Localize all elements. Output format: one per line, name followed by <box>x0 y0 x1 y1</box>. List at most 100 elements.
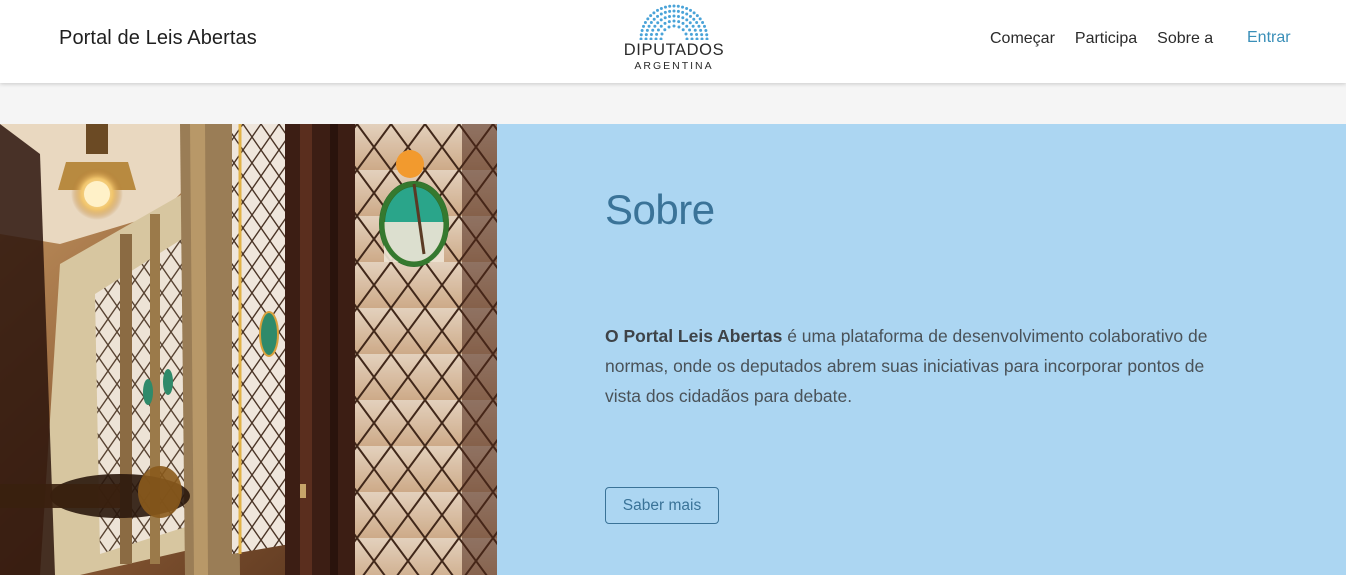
hemicycle-seat-dot <box>663 21 667 25</box>
hemicycle-seat-dot <box>651 28 655 32</box>
main-nav: Começar Participa Sobre a <box>990 30 1233 48</box>
hemicycle-seat-dot <box>647 24 651 28</box>
hemicycle-seat-dot <box>656 21 660 25</box>
hemicycle-seat-dot <box>700 33 704 37</box>
hemicycle-seat-dot <box>663 28 667 32</box>
hemicycle-seat-dot <box>649 21 653 25</box>
hemicycle-seat-dot <box>653 24 657 28</box>
hemicycle-seat-dot <box>695 21 699 25</box>
hemicycle-seat-dot <box>693 28 697 32</box>
hemicycle-seat-dot <box>705 37 709 40</box>
nav-link-comecar[interactable]: Começar <box>990 30 1055 48</box>
hemicycle-seat-dot <box>685 7 689 11</box>
hemicycle-seat-dot <box>685 24 689 28</box>
hemicycle-seat-dot <box>672 19 676 23</box>
hemicycle-seat-dot <box>668 4 672 8</box>
hemicycle-seat-dot <box>689 8 692 12</box>
hemicycle-seat-dot <box>691 24 695 28</box>
logo-sub-text: ARGENTINA <box>634 60 714 72</box>
logo-main-text: DIPUTADOS <box>623 41 725 59</box>
hemicycle-seat-dot <box>659 37 663 40</box>
hemicycle-seat-dot <box>698 17 702 21</box>
hemicycle-seat-dot <box>668 14 672 18</box>
diputados-logo[interactable]: DIPUTADOS ARGENTINA <box>620 2 728 78</box>
hemicycle-seat-dot <box>672 24 676 28</box>
hemicycle-seat-dot <box>676 14 680 18</box>
hemicycle-seat-dot <box>644 37 648 40</box>
hemicycle-seat-dot <box>692 11 696 15</box>
hemicycle-seat-dot <box>685 18 689 22</box>
hero-title: Sobre <box>605 186 715 233</box>
top-navbar: Portal de Leis Abertas DIPUTADOS ARGENTI… <box>0 0 1346 83</box>
hemicycle-seat-dot <box>672 4 676 8</box>
hemicycle-seat-dot <box>681 28 685 32</box>
hemicycle-seat-dot <box>676 9 680 13</box>
hemicycle-seat-dot <box>685 37 689 40</box>
hemicycle-seat-dot <box>704 28 708 32</box>
hemicycle-seat-dot <box>685 12 689 16</box>
hemicycle-seat-dot <box>705 33 709 37</box>
hero-description-bold: O Portal Leis Abertas <box>605 326 783 346</box>
hemicycle-seat-dot <box>659 12 663 16</box>
hemicycle-seat-dot <box>663 16 667 20</box>
hemicycle-seat-dot <box>676 4 680 8</box>
hemicycle-seat-dot <box>701 21 705 24</box>
hemicycle-seat-dot <box>656 8 659 12</box>
hemicycle-seat-dot <box>688 14 692 18</box>
hemicycle-seat-dot <box>684 32 688 36</box>
hemicycle-seat-dot <box>649 33 653 37</box>
hemicycle-seat-dot <box>652 17 656 21</box>
hemicycle-seat-dot <box>681 16 685 20</box>
hemicycle-seat-dot <box>690 37 694 40</box>
hemicycle-seat-dot <box>663 10 667 14</box>
hemicycle-seat-dot <box>644 33 648 37</box>
hemicycle-seat-dot <box>659 18 663 22</box>
hemicycle-seat-dot <box>672 14 676 18</box>
hemicycle-seat-dot <box>639 33 643 37</box>
hemicycle-seat-dot <box>654 37 658 40</box>
hemicycle-seat-dot <box>655 32 659 36</box>
parliament-hemicycle-icon <box>639 4 709 40</box>
header-spacer <box>0 83 1346 124</box>
hemicycle-seat-dot <box>677 20 681 24</box>
site-title-link[interactable]: Portal de Leis Abertas <box>59 27 257 50</box>
learn-more-button[interactable]: Saber mais <box>605 487 719 524</box>
hemicycle-seat-dot <box>659 7 663 11</box>
hemicycle-seat-dot <box>663 5 667 9</box>
nav-link-sobre[interactable]: Sobre a <box>1157 30 1213 48</box>
hemicycle-seat-dot <box>656 14 660 18</box>
hemicycle-seat-dot <box>645 28 649 32</box>
hemicycle-seat-dot <box>688 21 692 25</box>
hemicycle-seat-dot <box>672 9 676 13</box>
hero-photo-stained-glass <box>0 124 497 575</box>
hemicycle-seat-dot <box>697 24 701 28</box>
nav-link-participa[interactable]: Participa <box>1075 30 1137 48</box>
hemicycle-seat-dot <box>688 28 692 32</box>
hemicycle-seat-dot <box>659 24 663 28</box>
login-link[interactable]: Entrar <box>1247 29 1291 47</box>
about-hero-panel: Sobre O Portal Leis Abertas é uma plataf… <box>497 124 1346 575</box>
hemicycle-seat-dot <box>667 20 671 24</box>
hemicycle-seat-dot <box>640 28 644 32</box>
hemicycle-seat-dot <box>642 24 646 28</box>
hemicycle-seat-dot <box>702 24 706 28</box>
hemicycle-seat-dot <box>692 17 696 21</box>
hemicycle-seat-dot <box>695 33 699 37</box>
hemicycle-seat-dot <box>689 32 693 36</box>
hemicycle-seat-dot <box>700 37 704 40</box>
hemicycle-seat-dot <box>652 11 656 15</box>
hemicycle-seat-dot <box>643 21 647 24</box>
hemicycle-seat-dot <box>646 17 650 21</box>
hemicycle-seat-dot <box>677 25 681 29</box>
hemicycle-seat-dot <box>695 37 699 40</box>
hemicycle-seat-dot <box>668 9 672 13</box>
hemicycle-seat-dot <box>695 14 699 18</box>
hemicycle-seat-dot <box>681 5 685 9</box>
hemicycle-seat-dot <box>681 10 685 14</box>
hemicycle-seat-dot <box>681 21 685 25</box>
hemicycle-seat-dot <box>660 32 664 36</box>
hero-description: O Portal Leis Abertas é uma plataforma d… <box>605 321 1245 411</box>
hemicycle-seat-dot <box>656 28 660 32</box>
hemicycle-seat-dot <box>649 37 653 40</box>
hemicycle-seat-dot <box>667 25 671 29</box>
